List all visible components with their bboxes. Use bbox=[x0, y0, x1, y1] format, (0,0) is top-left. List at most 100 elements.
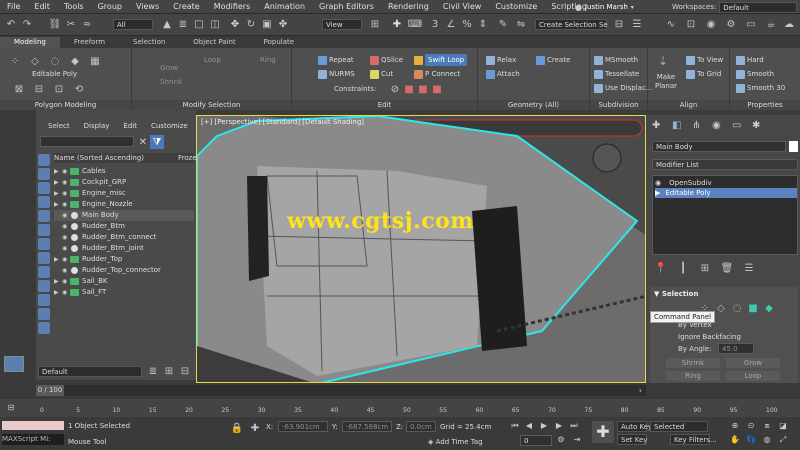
zoom-all-icon[interactable]: ⊙ bbox=[746, 421, 756, 431]
keyboard-shortcut-icon[interactable]: ⌨ bbox=[408, 17, 422, 31]
vertex-icon[interactable]: ⁘ bbox=[8, 54, 22, 68]
tessellate-button[interactable]: Tessellate bbox=[594, 68, 639, 80]
smooth-button[interactable]: Smooth bbox=[736, 68, 774, 80]
viewport-label[interactable]: [+] [Perspective] [Standard] [Default Sh… bbox=[201, 118, 364, 126]
menu-civil-view[interactable]: Civil View bbox=[436, 0, 489, 14]
layer-list-icon[interactable]: ≣ bbox=[146, 364, 160, 378]
user-account[interactable]: ● Justin Marsh ▾ bbox=[575, 0, 634, 14]
remove-modifier-icon[interactable]: 🗑 bbox=[720, 261, 734, 275]
eye-icon[interactable]: ◉ bbox=[655, 179, 661, 187]
viewport-perspective[interactable]: [+] [Perspective] [Standard] [Default Sh… bbox=[196, 115, 646, 383]
loop-button[interactable]: Loop bbox=[726, 371, 780, 381]
display-lights-icon[interactable] bbox=[38, 196, 50, 208]
relax-button[interactable]: Relax bbox=[486, 54, 516, 66]
redo-icon[interactable]: ↷ bbox=[20, 17, 34, 31]
msmooth-button[interactable]: MSmooth bbox=[594, 54, 638, 66]
x-coordinate-field[interactable]: -63.901cm bbox=[278, 421, 328, 432]
layer-display-icon[interactable] bbox=[4, 356, 24, 372]
curve-editor-icon[interactable]: ∿ bbox=[664, 17, 678, 31]
swift-loop-button[interactable]: Swift Loop bbox=[414, 54, 468, 66]
selected-set-dropdown[interactable]: Selected bbox=[650, 421, 708, 432]
menu-create[interactable]: Create bbox=[166, 0, 207, 14]
scene-menu-display[interactable]: Display bbox=[84, 122, 110, 130]
percent-snap-icon[interactable]: % bbox=[460, 17, 474, 31]
tree-header[interactable]: Name (Sorted Ascending) Froze bbox=[54, 153, 197, 163]
expand-icon[interactable]: ▶ bbox=[54, 199, 62, 210]
shrink-button[interactable]: Shrink bbox=[666, 358, 720, 368]
menu-graph-editors[interactable]: Graph Editors bbox=[312, 0, 381, 14]
constraint-normal-icon[interactable]: ■ bbox=[430, 82, 444, 96]
display-xrefs-icon[interactable] bbox=[38, 266, 50, 278]
display-helpers-icon[interactable] bbox=[38, 224, 50, 236]
hierarchy-tab-icon[interactable]: ⋔ bbox=[692, 120, 703, 131]
display-cameras-icon[interactable] bbox=[38, 210, 50, 222]
maxscript-mini-listener[interactable]: MAXScript Mi: bbox=[2, 434, 64, 445]
tree-item-rudder-top[interactable]: ▶ ◉ Rudder_Top bbox=[54, 254, 194, 265]
display-shapes-icon[interactable] bbox=[38, 182, 50, 194]
rect-selection-icon[interactable]: □ bbox=[192, 17, 206, 31]
current-frame-field[interactable]: 0 bbox=[520, 435, 552, 446]
display-tab-icon[interactable]: ▭ bbox=[732, 120, 743, 131]
selection-rollout-title[interactable]: ▼ Selection bbox=[654, 290, 698, 298]
material-editor-icon[interactable]: ◉ bbox=[704, 17, 718, 31]
menu-modifiers[interactable]: Modifiers bbox=[207, 0, 258, 14]
make-planar-button[interactable]: Make Planar bbox=[652, 72, 680, 92]
previous-frame-icon[interactable]: ◀ bbox=[524, 421, 534, 431]
eye-icon[interactable]: ◉ bbox=[62, 210, 70, 221]
modify-tab-icon[interactable]: ◧ bbox=[672, 120, 683, 131]
modifier-editable-poly[interactable]: ▶ Editable Poly bbox=[655, 188, 797, 198]
expand-icon[interactable]: ▶ bbox=[54, 276, 62, 287]
element-icon[interactable]: ▦ bbox=[88, 54, 102, 68]
tree-item-cockpit-grp[interactable]: ▶ ◉ Cockpit_GRP bbox=[54, 177, 194, 188]
window-crossing-icon[interactable]: ◫ bbox=[208, 17, 222, 31]
angle-snap-icon[interactable]: ∠ bbox=[444, 17, 458, 31]
tree-item-engine-misc[interactable]: ▶ ◉ Engine_misc bbox=[54, 188, 194, 199]
motion-tab-icon[interactable]: ◉ bbox=[712, 120, 723, 131]
loop-button[interactable]: Loop bbox=[204, 54, 221, 66]
expand-icon[interactable]: ▶ bbox=[655, 189, 660, 197]
modifier-list-dropdown[interactable]: Modifier List bbox=[652, 159, 798, 170]
time-slider-thumb[interactable]: 0 / 100 bbox=[36, 385, 64, 396]
selection-filter-dropdown[interactable]: All bbox=[113, 19, 153, 30]
show-end-result-icon[interactable]: ┃ bbox=[676, 261, 690, 275]
set-key-button[interactable]: Set Key bbox=[617, 434, 647, 445]
link-icon[interactable]: ⛓ bbox=[48, 17, 62, 31]
tab-modeling[interactable]: Modeling bbox=[0, 37, 60, 48]
tree-item-rudder-btm-connect[interactable]: ◉ Rudder_Btm_connect bbox=[54, 232, 194, 243]
object-color-swatch[interactable] bbox=[789, 141, 798, 152]
eye-icon[interactable]: ◉ bbox=[62, 276, 70, 287]
hard-button[interactable]: Hard bbox=[736, 54, 764, 66]
next-frame-icon[interactable]: ▶ bbox=[554, 421, 564, 431]
track-bar-icon[interactable]: ⊟ bbox=[6, 403, 16, 413]
create-button[interactable]: Create bbox=[536, 54, 570, 66]
z-coordinate-field[interactable]: 0.0cm bbox=[406, 421, 436, 432]
rendered-frame-icon[interactable]: ▭ bbox=[744, 17, 758, 31]
repeat-button[interactable]: Repeat bbox=[318, 54, 354, 66]
reference-coord-dropdown[interactable]: View bbox=[322, 19, 362, 30]
time-slider-next-icon[interactable]: › bbox=[639, 385, 642, 396]
configure-modifier-icon[interactable]: ☰ bbox=[742, 261, 756, 275]
nurms-button[interactable]: NURMS bbox=[318, 68, 355, 80]
bind-spacewarp-icon[interactable]: ≈ bbox=[80, 17, 94, 31]
show-cage-icon[interactable]: ⊡ bbox=[52, 82, 66, 96]
key-mode-icon[interactable]: ⇥ bbox=[572, 435, 582, 445]
menu-tools[interactable]: Tools bbox=[57, 0, 91, 14]
render-setup-icon[interactable]: ⚙ bbox=[724, 17, 738, 31]
snaps-toggle-icon[interactable]: 3 bbox=[428, 17, 442, 31]
go-to-end-icon[interactable]: ⏭ bbox=[569, 421, 579, 431]
render-production-icon[interactable]: ☕ bbox=[764, 17, 778, 31]
spinner-snap-icon[interactable]: ⇕ bbox=[476, 17, 490, 31]
field-of-view-icon[interactable]: ◪ bbox=[778, 421, 788, 431]
y-coordinate-field[interactable]: -687.568cm bbox=[342, 421, 392, 432]
display-spacewarps-icon[interactable] bbox=[38, 238, 50, 250]
scene-search-input[interactable] bbox=[40, 136, 134, 147]
constraint-face-icon[interactable]: ■ bbox=[416, 82, 430, 96]
p-connect-button[interactable]: P Connect bbox=[414, 68, 460, 80]
constraint-edge-icon[interactable]: ■ bbox=[402, 82, 416, 96]
orbit-icon[interactable]: ◍ bbox=[762, 435, 772, 445]
repeat-last-icon[interactable]: ⟲ bbox=[72, 82, 86, 96]
pin-stack-icon[interactable]: 📍 bbox=[654, 261, 668, 275]
menu-customize[interactable]: Customize bbox=[488, 0, 544, 14]
use-displacement-button[interactable]: Use Displac... bbox=[594, 82, 653, 94]
tab-freeform[interactable]: Freeform bbox=[60, 37, 119, 48]
